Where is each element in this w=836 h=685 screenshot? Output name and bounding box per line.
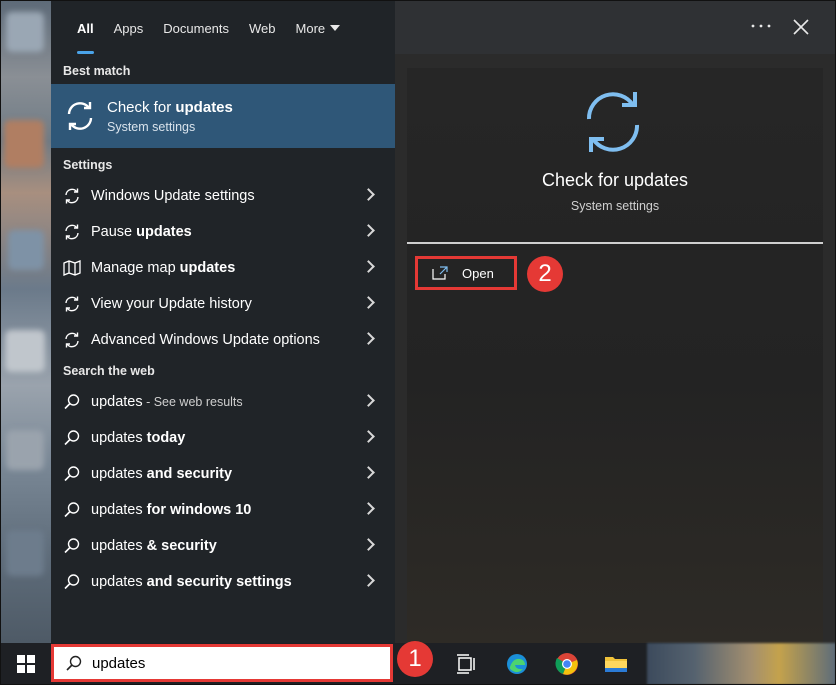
list-item-label: Pause updates (91, 224, 192, 240)
tab-all[interactable]: All (67, 21, 104, 54)
sync-icon (65, 224, 79, 240)
list-item[interactable]: Windows Update settings (51, 178, 395, 214)
list-item-label: updates today (91, 430, 186, 446)
search-results-pane: All Apps Documents Web More Best match C… (51, 0, 395, 643)
sync-icon (67, 102, 93, 130)
chevron-right-icon[interactable] (362, 394, 375, 407)
list-item[interactable]: Manage map updates (51, 250, 395, 286)
search-icon (64, 466, 80, 482)
chevron-right-icon[interactable] (362, 260, 375, 273)
tab-more[interactable]: More (286, 21, 351, 54)
list-item-label: updates & security (91, 538, 217, 554)
search-icon (64, 574, 80, 590)
edge-browser-icon[interactable] (505, 652, 529, 676)
search-icon (64, 502, 80, 518)
chevron-right-icon[interactable] (362, 502, 375, 515)
task-view-icon[interactable] (455, 652, 479, 676)
list-item[interactable]: updates - See web results (51, 384, 395, 420)
chevron-down-icon (330, 25, 341, 31)
chevron-right-icon[interactable] (362, 188, 375, 201)
desktop-background (0, 0, 52, 643)
preview-topbar (395, 0, 836, 54)
step-badge-2: 2 (527, 256, 563, 292)
list-item[interactable]: updates today (51, 420, 395, 456)
close-icon[interactable] (792, 18, 810, 36)
sync-icon (65, 332, 79, 348)
chevron-right-icon[interactable] (362, 538, 375, 551)
taskbar-search-box[interactable] (51, 644, 393, 682)
section-search-web: Search the web (63, 364, 155, 378)
list-item[interactable]: updates & security (51, 528, 395, 564)
sync-icon (65, 188, 79, 204)
list-item[interactable]: Advanced Windows Update options (51, 322, 395, 358)
tab-documents[interactable]: Documents (153, 21, 239, 54)
chevron-right-icon[interactable] (362, 224, 375, 237)
list-item[interactable]: updates and security (51, 456, 395, 492)
search-icon (64, 430, 80, 446)
list-item[interactable]: updates and security settings (51, 564, 395, 600)
open-label: Open (462, 265, 494, 281)
best-match-title: Check for updates (107, 98, 233, 116)
list-item-label: updates and security settings (91, 574, 292, 590)
list-item-label: Windows Update settings (91, 188, 255, 204)
search-icon (64, 538, 80, 554)
list-item[interactable]: Pause updates (51, 214, 395, 250)
open-external-icon (432, 266, 448, 280)
list-item[interactable]: View your Update history (51, 286, 395, 322)
chevron-right-icon[interactable] (362, 574, 375, 587)
search-tabs: All Apps Documents Web More (51, 0, 395, 54)
chevron-right-icon[interactable] (362, 466, 375, 479)
section-settings: Settings (63, 158, 113, 172)
taskbar-tray-background (647, 643, 836, 685)
sync-icon (586, 92, 640, 152)
section-best-match: Best match (63, 64, 131, 78)
search-icon (66, 655, 82, 671)
chevron-right-icon[interactable] (362, 332, 375, 345)
tab-more-label: More (295, 21, 326, 36)
windows-start-icon[interactable] (17, 655, 35, 673)
map-icon (63, 260, 81, 276)
divider (407, 242, 823, 244)
app-preview: Check for updates System settings Open (407, 68, 823, 643)
tab-web[interactable]: Web (239, 21, 286, 54)
chevron-right-icon[interactable] (362, 296, 375, 309)
list-item-label: View your Update history (91, 296, 252, 312)
preview-pane: Check for updates System settings Open (395, 0, 836, 643)
chevron-right-icon[interactable] (362, 430, 375, 443)
sync-icon (65, 296, 79, 312)
preview-title: Check for updates (541, 170, 689, 190)
file-explorer-icon[interactable] (604, 652, 628, 676)
step-badge-1: 1 (397, 641, 433, 677)
settings-list: Windows Update settings Pause updates Mana… (51, 178, 395, 358)
best-match-subtitle: System settings (107, 119, 196, 134)
tab-apps[interactable]: Apps (104, 21, 154, 54)
list-item-label: updates and security (91, 466, 233, 482)
chrome-browser-icon[interactable] (555, 652, 579, 676)
list-item-label: updates - See web results (91, 394, 243, 410)
search-input[interactable] (92, 654, 352, 672)
open-button[interactable]: Open (415, 256, 517, 290)
search-icon (64, 394, 80, 410)
web-results-list: updates - See web results updates today up… (51, 384, 395, 600)
list-item-label: Advanced Windows Update options (91, 332, 320, 348)
best-match-item[interactable]: Check for updates System settings (51, 84, 395, 148)
preview-subtitle: System settings (570, 199, 660, 213)
list-item-label: Manage map updates (91, 260, 236, 276)
list-item-label: updates for windows 10 (91, 502, 252, 518)
list-item[interactable]: updates for windows 10 (51, 492, 395, 528)
more-dots-icon[interactable] (750, 18, 772, 34)
